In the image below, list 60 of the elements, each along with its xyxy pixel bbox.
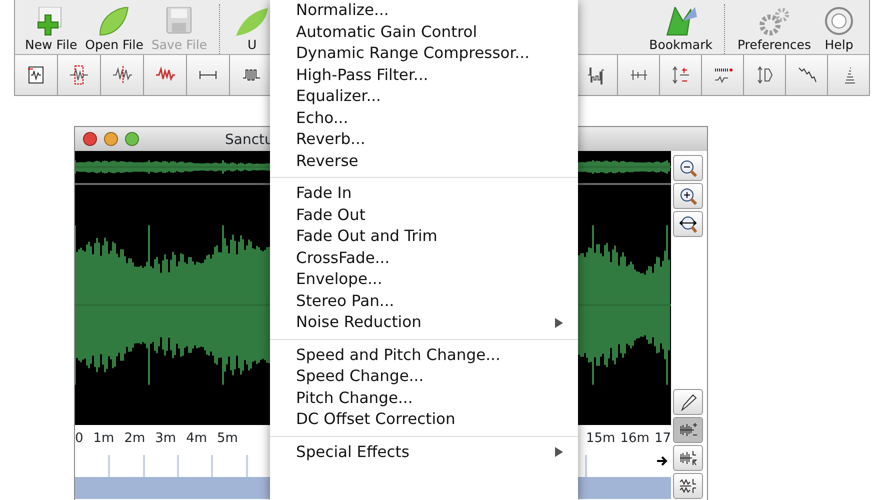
zoom-fit-icon <box>679 215 697 233</box>
toolbar-button[interactable]: New File <box>21 7 82 54</box>
minimize-button[interactable] <box>104 132 118 146</box>
waveform-plus-minus-icon <box>679 421 697 439</box>
toolbar-button[interactable]: Bookmark <box>645 7 716 54</box>
menu-item[interactable]: High-Pass Filter... <box>270 64 578 86</box>
zoom-button[interactable] <box>673 155 703 181</box>
menu-item[interactable]: Echo... <box>270 108 578 129</box>
tool-button[interactable] <box>701 55 743 95</box>
menu-item[interactable]: Equalizer... <box>270 86 578 108</box>
timeline-label: 3m <box>155 430 176 448</box>
stretch-icon <box>754 64 774 86</box>
menu-item[interactable]: DC Offset Correction <box>270 409 578 430</box>
timeline-label: 0 <box>75 430 84 448</box>
timeline-label: 4m <box>186 430 208 448</box>
menu-item[interactable]: Fade In <box>270 183 578 204</box>
view-mode-button[interactable] <box>673 445 703 471</box>
menu-item[interactable]: CrossFade... <box>270 248 578 269</box>
toolbar-button[interactable]: Preferences <box>733 7 815 54</box>
waveform-cursor-icon <box>112 64 132 86</box>
tool-button[interactable] <box>617 55 659 95</box>
waveform-selection-icon <box>69 64 89 86</box>
menu-item[interactable]: Speed and Pitch Change... <box>270 344 578 366</box>
zoom-button[interactable] <box>673 211 703 237</box>
menu-item[interactable]: Special Effects <box>270 442 578 463</box>
view-mode-button[interactable] <box>673 417 703 443</box>
view-mode-button[interactable] <box>673 389 703 415</box>
toolbar-button[interactable]: Help <box>815 7 863 54</box>
menu-item[interactable]: Fade Out and Trim <box>270 226 578 248</box>
amplify-icon <box>670 64 690 86</box>
zoom-button[interactable] <box>673 183 703 209</box>
zoom-out-icon <box>679 159 697 177</box>
menu-item[interactable]: Stereo Pan... <box>270 290 578 312</box>
submenu-arrow-icon <box>554 446 564 458</box>
menu-item[interactable]: Pitch Change... <box>270 388 578 409</box>
menu-item[interactable]: Reverb... <box>270 129 578 150</box>
waveform-page-icon <box>26 64 46 86</box>
timeline-label: 5m <box>217 430 238 448</box>
timeline-label: 17 <box>654 430 671 448</box>
tool-button[interactable] <box>575 55 617 95</box>
zoom-in-icon <box>679 187 697 205</box>
pencil-icon <box>679 393 697 411</box>
menu-item[interactable]: Speed Change... <box>270 366 578 388</box>
waveform-left-right-icon <box>679 449 697 467</box>
tool-button[interactable] <box>15 55 58 95</box>
timeline-label: 16m <box>620 430 650 448</box>
split-waveform-icon <box>679 477 697 495</box>
tool-button[interactable] <box>101 55 144 95</box>
menu-item[interactable]: Noise Reduction <box>270 312 578 334</box>
timeline-label: 2m <box>124 430 146 448</box>
close-button[interactable] <box>83 132 97 146</box>
tool-button[interactable] <box>230 55 273 95</box>
timeline-label: 15m <box>586 430 616 448</box>
menu-item[interactable]: Envelope... <box>270 269 578 290</box>
submenu-arrow-icon <box>554 316 564 329</box>
view-mode-button[interactable] <box>673 473 703 499</box>
toolbar-button[interactable]: Open File <box>81 7 148 54</box>
timeline-label: 1m <box>93 430 114 448</box>
tool-button[interactable] <box>743 55 785 95</box>
menu-item[interactable]: Fade Out <box>270 204 578 226</box>
